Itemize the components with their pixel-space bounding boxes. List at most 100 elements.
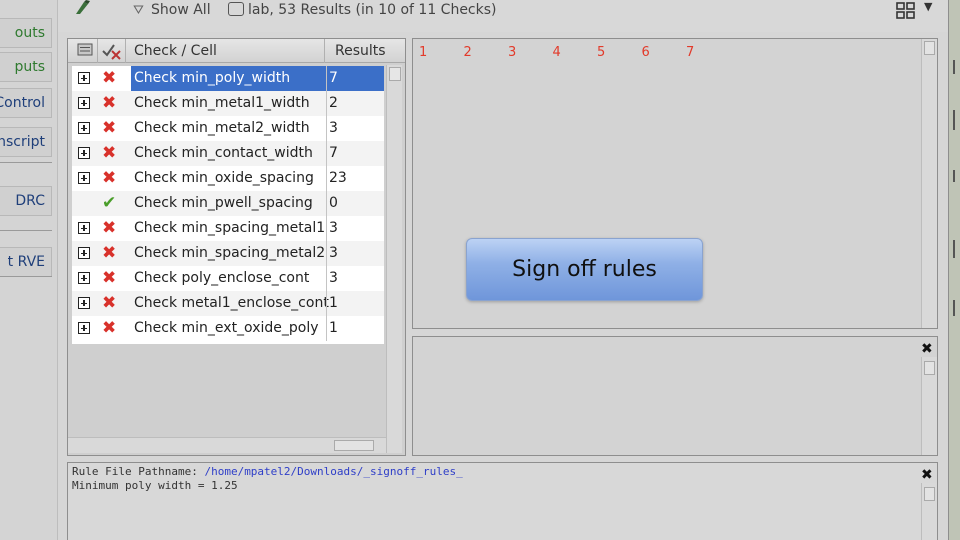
check-name[interactable]: Check min_metal2_width <box>131 116 326 141</box>
fail-x-icon: ✖ <box>102 318 117 338</box>
table-row[interactable]: ✖ Check min_metal1_width 2 <box>72 91 384 116</box>
table-row[interactable]: ✖ Check min_oxide_spacing 23 <box>72 166 384 191</box>
table-row[interactable]: ✖ Check min_spacing_metal1 3 <box>72 216 384 241</box>
header-results[interactable]: Results <box>325 39 387 63</box>
column-number: 7 <box>686 45 695 60</box>
column-number: 5 <box>597 45 606 60</box>
rule-file-path[interactable]: /home/mpatel2/Downloads/_signoff_rules_ <box>204 465 462 478</box>
fail-x-icon: ✖ <box>102 93 117 113</box>
cells-vertical-scrollbar[interactable] <box>921 39 937 328</box>
rule-vertical-scroll-thumb[interactable] <box>924 487 935 501</box>
results-summary-text: lab, 53 Results (in 10 of 11 Checks) <box>248 2 497 18</box>
column-number: 3 <box>508 45 517 60</box>
sidebar-item-nscript[interactable]: nscript <box>0 127 52 157</box>
filter-icon: ⛛ <box>133 3 144 18</box>
expand-icon[interactable] <box>78 122 90 134</box>
sign-off-rules-button[interactable]: Sign off rules <box>466 238 703 301</box>
sidebar-item-outs[interactable]: outs <box>0 18 52 48</box>
expand-icon[interactable] <box>78 297 90 309</box>
checks-vertical-scroll-thumb[interactable] <box>389 67 401 81</box>
check-result-count: 3 <box>326 241 384 266</box>
expand-icon[interactable] <box>78 247 90 259</box>
sidebar-item-control[interactable]: Control <box>0 88 52 118</box>
cells-vertical-scroll-thumb[interactable] <box>924 41 935 55</box>
column-number: 1 <box>419 45 428 60</box>
check-cross-icon <box>102 44 121 60</box>
toolbar: ⛛ Show All lab, 53 Results (in 10 of 11 C… <box>58 0 960 32</box>
expand-icon[interactable] <box>78 272 90 284</box>
chevron-down-icon[interactable]: ▼ <box>924 0 932 13</box>
expand-icon[interactable] <box>78 322 90 334</box>
table-row[interactable]: ✖ Check poly_enclose_cont 3 <box>72 266 384 291</box>
details-vertical-scrollbar[interactable] <box>921 357 937 455</box>
close-icon[interactable]: ✖ <box>921 341 933 357</box>
sidebar-divider <box>0 276 52 277</box>
details-panel: ✖ <box>412 336 938 456</box>
check-result-count: 2 <box>326 91 384 116</box>
fail-x-icon: ✖ <box>102 168 117 188</box>
expand-icon[interactable] <box>78 147 90 159</box>
fail-x-icon: ✖ <box>102 243 117 263</box>
checks-vertical-scrollbar[interactable] <box>386 65 402 453</box>
rule-file-panel: Rule File Pathname: /home/mpatel2/Downlo… <box>67 462 938 540</box>
checks-horizontal-scroll-thumb[interactable] <box>334 440 374 451</box>
sidebar-item-drc[interactable]: DRC <box>0 186 52 216</box>
check-result-count: 23 <box>326 166 384 191</box>
fail-x-icon: ✖ <box>102 293 117 313</box>
expand-icon[interactable] <box>78 172 90 184</box>
edge-mark <box>953 170 955 182</box>
check-name[interactable]: Check min_spacing_metal1 <box>131 216 326 241</box>
table-row[interactable]: ✖ Check min_poly_width 7 <box>72 66 384 91</box>
pen-icon[interactable] <box>72 0 98 14</box>
check-name[interactable]: Check min_contact_width <box>131 141 326 166</box>
fail-x-icon: ✖ <box>102 268 117 288</box>
check-result-count: 3 <box>326 266 384 291</box>
check-name[interactable]: Check min_poly_width <box>131 66 326 91</box>
edge-mark <box>953 240 955 258</box>
checks-panel: Check / Cell Results ✖ Check min_poly_wid… <box>67 38 406 456</box>
list-icon <box>77 43 93 56</box>
rule-file-label: Rule File Pathname: <box>72 465 205 478</box>
check-name[interactable]: Check min_spacing_metal2 <box>131 241 326 266</box>
expand-icon[interactable] <box>78 72 90 84</box>
table-row[interactable]: ✖ Check metal1_enclose_cont 1 <box>72 291 384 316</box>
check-name[interactable]: Check poly_enclose_cont <box>131 266 326 291</box>
checks-table-body: ✖ Check min_poly_width 7 ✖ Check min_metal1_… <box>72 66 384 344</box>
database-icon <box>228 2 244 16</box>
rule-file-text: Rule File Pathname: /home/mpatel2/Downlo… <box>72 465 463 493</box>
check-result-count: 0 <box>326 191 384 216</box>
details-vertical-scroll-thumb[interactable] <box>924 361 935 375</box>
rule-vertical-scrollbar[interactable] <box>921 483 937 540</box>
table-row[interactable]: ✖ Check min_metal2_width 3 <box>72 116 384 141</box>
pass-check-icon: ✔ <box>102 193 117 213</box>
edge-mark <box>953 110 955 130</box>
expand-icon[interactable] <box>78 97 90 109</box>
sidebar-item-puts[interactable]: puts <box>0 52 52 82</box>
check-result-count: 1 <box>326 316 384 341</box>
header-status-icon-cell[interactable] <box>98 39 126 63</box>
edge-mark <box>953 60 955 74</box>
check-name[interactable]: Check min_metal1_width <box>131 91 326 116</box>
check-name[interactable]: Check min_pwell_spacing <box>131 191 326 216</box>
edge-mark <box>953 300 955 316</box>
table-row[interactable]: ✖ Check min_ext_oxide_poly 1 <box>72 316 384 341</box>
check-name[interactable]: Check metal1_enclose_cont <box>131 291 329 316</box>
checks-horizontal-scrollbar[interactable] <box>68 437 386 453</box>
header-results-icon-cell[interactable] <box>68 39 98 63</box>
column-number: 6 <box>641 45 650 60</box>
fail-x-icon: ✖ <box>102 143 117 163</box>
fail-x-icon: ✖ <box>102 218 117 238</box>
close-icon[interactable]: ✖ <box>921 467 933 483</box>
grid-layout-icon[interactable] <box>896 2 916 20</box>
table-row[interactable]: ✖ Check min_spacing_metal2 3 <box>72 241 384 266</box>
check-name[interactable]: Check min_oxide_spacing <box>131 166 326 191</box>
show-all-label: Show All <box>151 2 211 18</box>
expand-icon[interactable] <box>78 222 90 234</box>
header-check-cell[interactable]: Check / Cell <box>126 39 325 63</box>
show-all-button[interactable]: ⛛ Show All <box>133 2 211 18</box>
check-name[interactable]: Check min_ext_oxide_poly <box>131 316 326 341</box>
table-row[interactable]: ✔ Check min_pwell_spacing 0 <box>72 191 384 216</box>
sidebar-divider <box>0 162 52 163</box>
table-row[interactable]: ✖ Check min_contact_width 7 <box>72 141 384 166</box>
sidebar-item-t-rve[interactable]: t RVE <box>0 247 52 277</box>
